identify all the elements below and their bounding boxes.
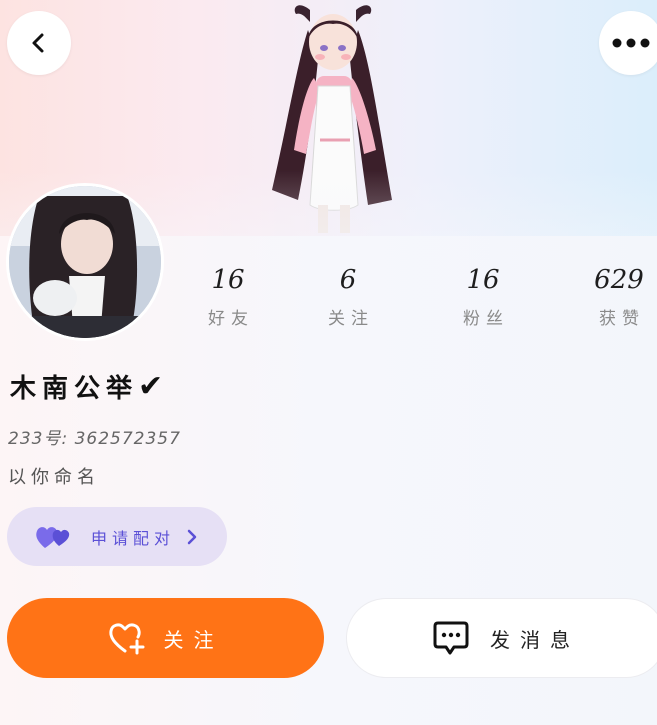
apply-pair-button[interactable]: 申请配对 bbox=[7, 507, 227, 566]
stat-friends[interactable]: 16 好友 bbox=[183, 262, 273, 329]
chat-bubble-icon bbox=[433, 621, 469, 655]
verified-check-icon: ✔ bbox=[138, 369, 170, 404]
send-message-button[interactable]: 发消息 bbox=[346, 598, 657, 678]
chevron-left-icon bbox=[32, 33, 44, 53]
stat-value: 16 bbox=[211, 265, 245, 295]
stat-following[interactable]: 6 关注 bbox=[303, 262, 393, 329]
more-dots-icon bbox=[612, 38, 650, 48]
stat-label: 获赞 bbox=[599, 309, 645, 329]
user-avatar[interactable] bbox=[6, 183, 164, 341]
user-id[interactable]: 233号: 362572357 bbox=[8, 424, 181, 449]
hearts-icon bbox=[36, 526, 70, 548]
stat-likes[interactable]: 629 获赞 bbox=[574, 262, 657, 329]
stat-label: 粉丝 bbox=[463, 309, 509, 329]
signature: 以你命名 bbox=[8, 467, 100, 488]
more-options-button[interactable] bbox=[599, 11, 657, 75]
stat-label: 关注 bbox=[328, 309, 374, 329]
back-button[interactable] bbox=[7, 11, 71, 75]
avatar-photo bbox=[9, 186, 161, 338]
stat-value: 629 bbox=[594, 265, 644, 295]
send-message-label: 发消息 bbox=[490, 627, 580, 652]
heart-plus-icon bbox=[108, 623, 144, 655]
nickname: 木南公举 ✔ bbox=[10, 368, 169, 405]
stat-label: 好友 bbox=[208, 309, 254, 329]
stat-followers[interactable]: 16 粉丝 bbox=[438, 262, 528, 329]
chevron-right-icon bbox=[187, 529, 197, 544]
follow-label: 关注 bbox=[163, 627, 224, 652]
stat-value: 6 bbox=[339, 265, 357, 295]
nickname-text: 木南公举 bbox=[10, 374, 139, 404]
apply-pair-label: 申请配对 bbox=[91, 528, 176, 548]
stat-value: 16 bbox=[466, 265, 500, 295]
follow-button[interactable]: 关注 bbox=[7, 598, 324, 678]
